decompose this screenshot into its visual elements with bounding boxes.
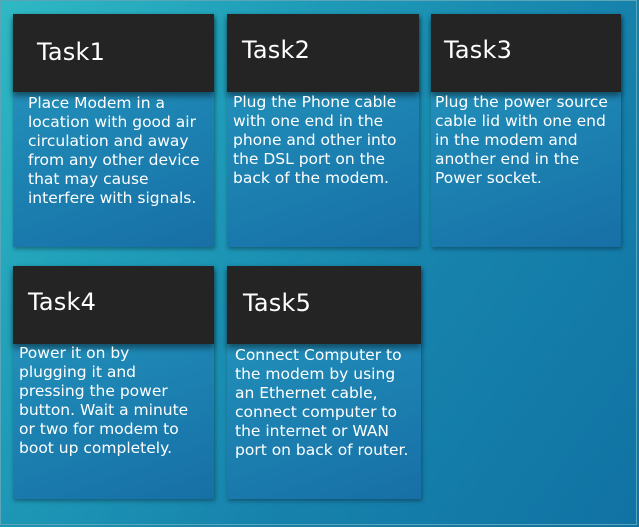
task-card-4-text: Power it on by plugging it and pressing … <box>19 344 189 457</box>
task-card-5-text: Connect Computer to the modem by using a… <box>235 346 409 459</box>
task-card-1-header: Task1 <box>13 14 214 92</box>
task-card-3-text: Plug the power source cable lid with one… <box>435 93 608 187</box>
task-card-3: Task3 Plug the power source cable lid wi… <box>431 14 621 247</box>
task-card-4-title: Task4 <box>28 288 97 316</box>
task-card-4-header: Task4 <box>13 266 214 344</box>
task-card-3-header: Task3 <box>431 14 621 92</box>
task-card-4: Task4 Power it on by plugging it and pre… <box>13 266 214 499</box>
task-card-1-title: Task1 <box>37 38 106 66</box>
task-card-1: Task1 Place Modem in a location with goo… <box>13 14 214 247</box>
task-card-2: Task2 Plug the Phone cable with one end … <box>227 14 419 247</box>
task-card-1-text: Place Modem in a location with good air … <box>28 94 200 207</box>
task-card-2-header: Task2 <box>227 14 419 92</box>
task-card-5-header: Task5 <box>227 266 421 344</box>
task-card-3-title: Task3 <box>444 36 513 64</box>
task-card-5: Task5 Connect Computer to the modem by u… <box>227 266 421 499</box>
task-card-2-title: Task2 <box>242 36 311 64</box>
task-card-5-title: Task5 <box>243 289 312 317</box>
task-card-2-text: Plug the Phone cable with one end in the… <box>233 93 397 187</box>
